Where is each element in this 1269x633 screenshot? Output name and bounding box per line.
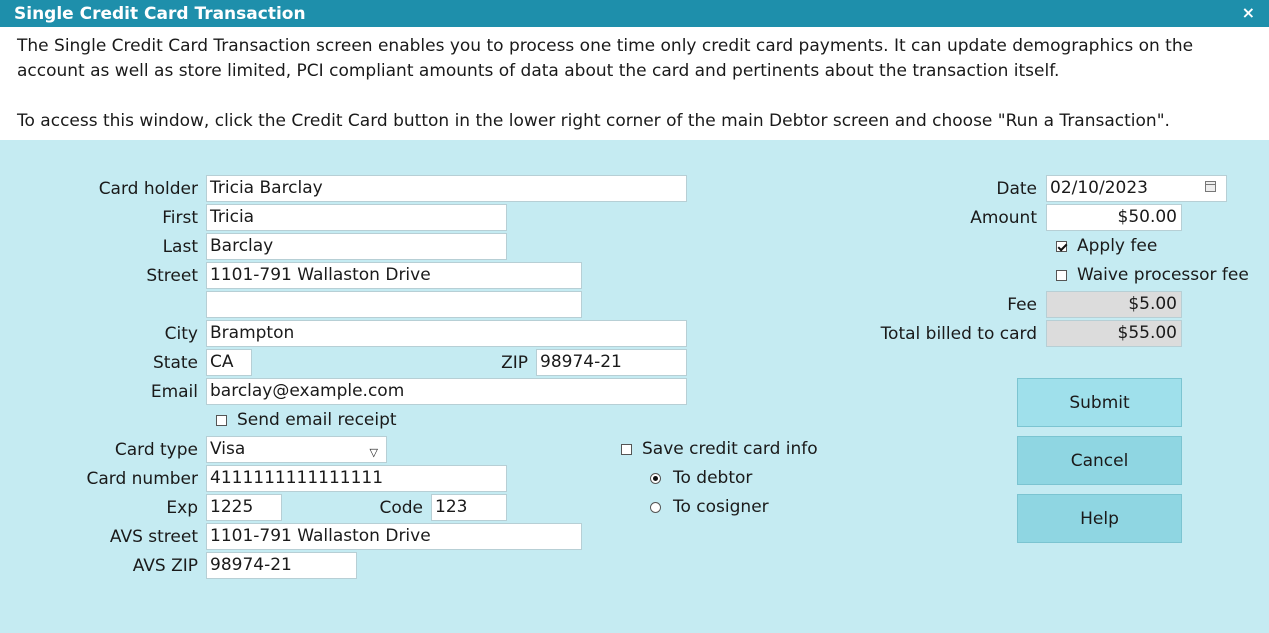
- fee-label: Fee: [1007, 295, 1037, 315]
- street-label: Street: [146, 266, 198, 286]
- help-button[interactable]: Help: [1017, 494, 1182, 543]
- card-holder-input[interactable]: Tricia Barclay: [206, 175, 687, 202]
- avs-street-input[interactable]: 1101-791 Wallaston Drive: [206, 523, 582, 550]
- avs-zip-label: AVS ZIP: [132, 556, 198, 576]
- email-label: Email: [150, 382, 198, 402]
- first-name-input[interactable]: Tricia: [206, 204, 507, 231]
- save-credit-card-checkbox[interactable]: Save credit card info: [621, 437, 818, 462]
- radio-selected-icon: [650, 473, 661, 484]
- zip-label: ZIP: [501, 353, 528, 373]
- date-input[interactable]: 02/10/2023: [1046, 175, 1227, 202]
- street-input[interactable]: 1101-791 Wallaston Drive: [206, 262, 582, 289]
- checkbox-icon: [1056, 270, 1067, 281]
- apply-fee-checkbox[interactable]: Apply fee: [1056, 234, 1157, 259]
- code-input[interactable]: 123: [431, 494, 507, 521]
- exp-label: Exp: [166, 498, 198, 518]
- to-debtor-radio[interactable]: To debtor: [650, 466, 752, 491]
- checkbox-checked-icon: [1056, 241, 1067, 252]
- waive-processor-fee-label: Waive processor fee: [1077, 265, 1249, 285]
- city-label: City: [164, 324, 198, 344]
- description-paragraph-1: The Single Credit Card Transaction scree…: [17, 36, 1194, 81]
- apply-fee-label: Apply fee: [1077, 236, 1158, 256]
- avs-street-label: AVS street: [109, 527, 198, 547]
- card-number-label: Card number: [86, 469, 198, 489]
- close-icon[interactable]: ×: [1242, 3, 1255, 22]
- amount-input[interactable]: $50.00: [1046, 204, 1182, 231]
- total-billed-value: $55.00: [1046, 320, 1182, 347]
- window-title: Single Credit Card Transaction: [14, 4, 306, 24]
- description-panel: The Single Credit Card Transaction scree…: [0, 27, 1269, 140]
- send-email-receipt-checkbox[interactable]: Send email receipt: [216, 408, 397, 433]
- card-type-select[interactable]: Visa ▽: [206, 436, 387, 463]
- state-input[interactable]: CA: [206, 349, 252, 376]
- card-number-input[interactable]: 4111111111111111: [206, 465, 507, 492]
- avs-zip-input[interactable]: 98974-21: [206, 552, 357, 579]
- street-line2-input[interactable]: [206, 291, 582, 318]
- fee-value: $5.00: [1046, 291, 1182, 318]
- to-cosigner-label: To cosigner: [673, 497, 769, 517]
- card-type-label: Card type: [114, 440, 198, 460]
- exp-input[interactable]: 1225: [206, 494, 282, 521]
- send-email-receipt-label: Send email receipt: [237, 410, 397, 430]
- title-bar: Single Credit Card Transaction ×: [0, 0, 1269, 27]
- amount-label: Amount: [970, 208, 1037, 228]
- cancel-button[interactable]: Cancel: [1017, 436, 1182, 485]
- to-debtor-label: To debtor: [673, 468, 753, 488]
- chevron-down-icon: ▽: [369, 446, 378, 459]
- to-cosigner-radio[interactable]: To cosigner: [650, 495, 769, 520]
- last-name-input[interactable]: Barclay: [206, 233, 507, 260]
- total-billed-label: Total billed to card: [880, 324, 1037, 344]
- submit-button[interactable]: Submit: [1017, 378, 1182, 427]
- checkbox-icon: [621, 444, 632, 455]
- radio-icon: [650, 502, 661, 513]
- city-input[interactable]: Brampton: [206, 320, 687, 347]
- waive-processor-fee-checkbox[interactable]: Waive processor fee: [1056, 263, 1249, 288]
- date-label: Date: [996, 179, 1037, 199]
- card-holder-label: Card holder: [98, 179, 198, 199]
- checkbox-icon: [216, 415, 227, 426]
- last-name-label: Last: [162, 237, 198, 257]
- card-type-value: Visa: [210, 439, 246, 459]
- description-paragraph-2: To access this window, click the Credit …: [17, 111, 1170, 131]
- code-label: Code: [379, 498, 423, 518]
- email-input[interactable]: barclay@example.com: [206, 378, 687, 405]
- zip-input[interactable]: 98974-21: [536, 349, 687, 376]
- calendar-icon[interactable]: [1205, 181, 1216, 192]
- save-credit-card-label: Save credit card info: [642, 439, 818, 459]
- state-label: State: [153, 353, 198, 373]
- first-name-label: First: [162, 208, 198, 228]
- date-value: 02/10/2023: [1050, 178, 1148, 198]
